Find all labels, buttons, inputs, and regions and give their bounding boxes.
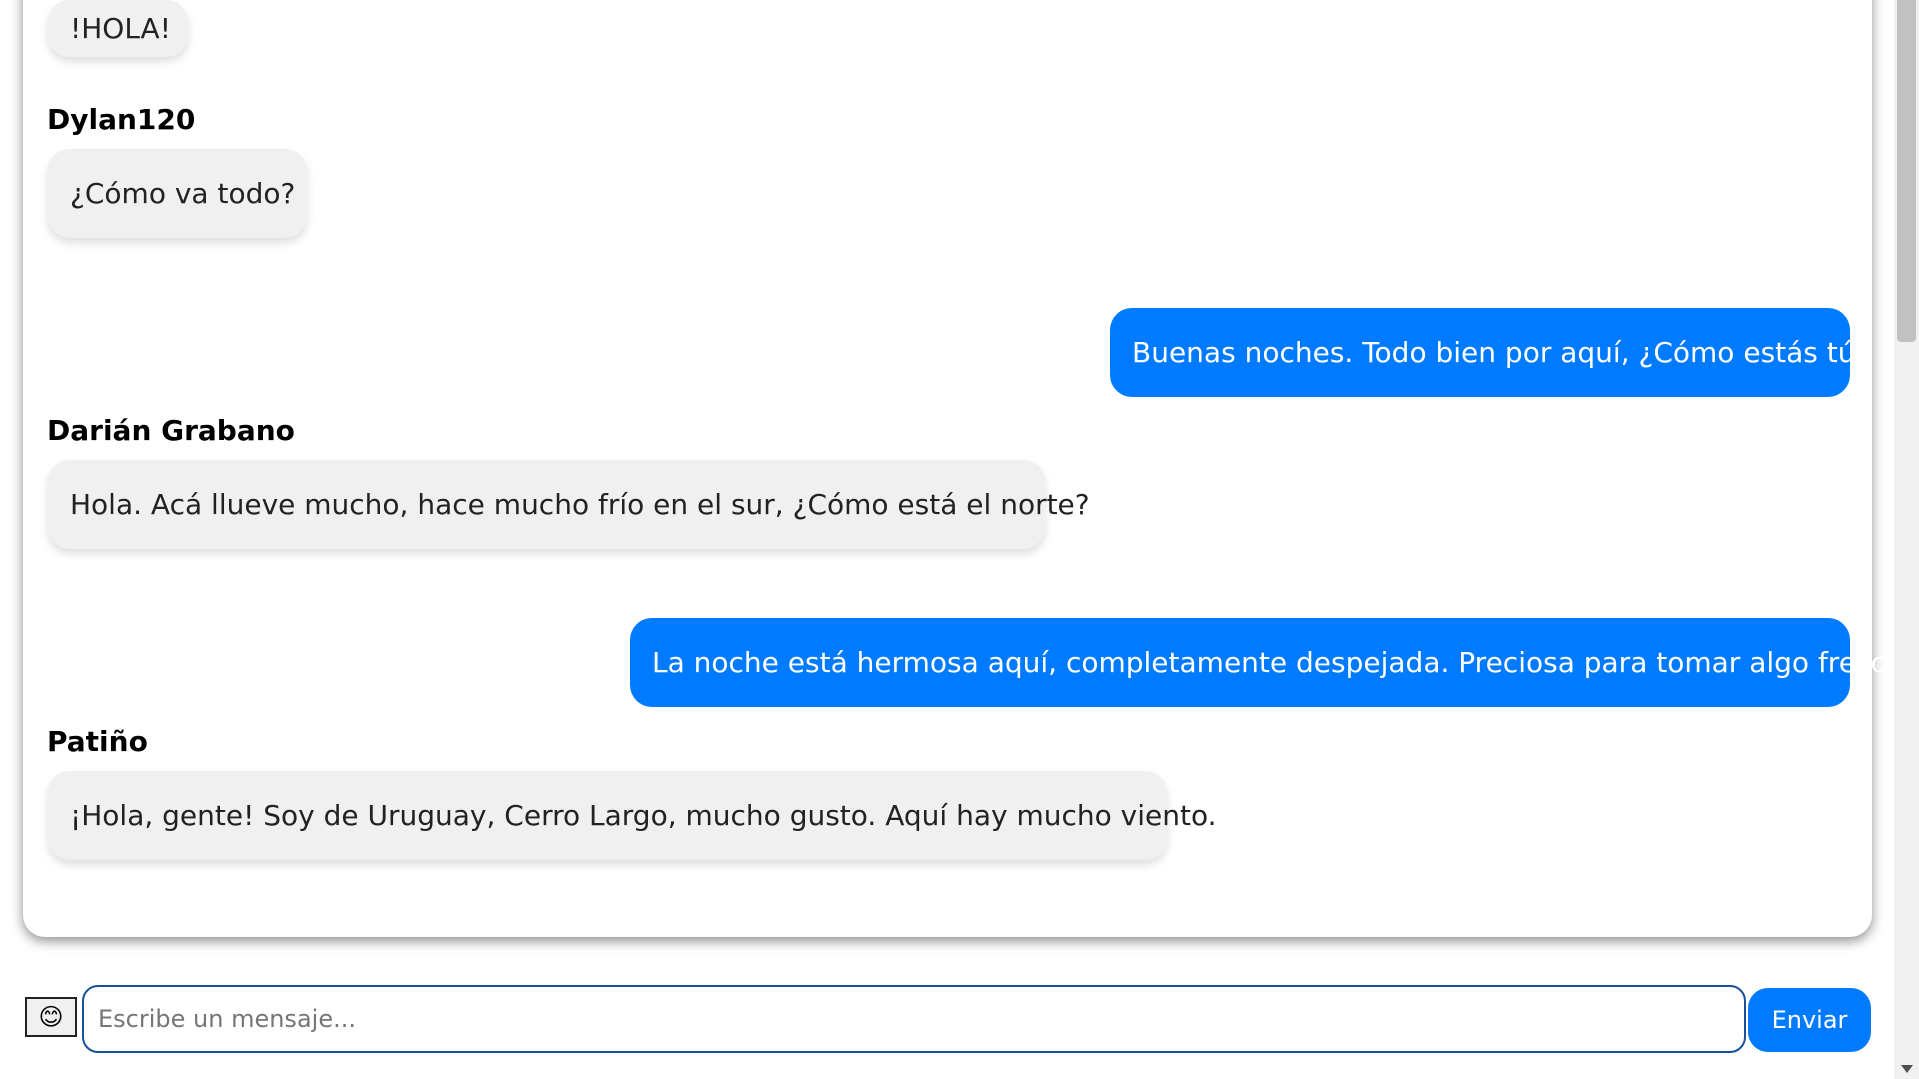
incoming-message-bubble: !HOLA!: [48, 0, 188, 57]
incoming-message-bubble: Hola. Acá llueve mucho, hace mucho frío …: [48, 460, 1090, 549]
emoji-button[interactable]: 😊: [25, 997, 77, 1037]
message-text: Buenas noches. Todo bien por aquí, ¿Cómo…: [1132, 335, 1871, 369]
page-scrollbar[interactable]: [1894, 0, 1919, 1079]
sender-name: Patiño: [47, 725, 148, 758]
scroll-down-arrow-icon[interactable]: [1901, 1065, 1913, 1073]
message-text: ¡Hola, gente! Soy de Uruguay, Cerro Larg…: [70, 798, 1217, 832]
smiling-face-icon: 😊: [38, 1003, 64, 1031]
chat-page: !HOLA! Dylan120 ¿Cómo va todo? Buenas no…: [0, 0, 1919, 1079]
incoming-message-bubble: ¿Cómo va todo?: [48, 149, 307, 238]
outgoing-message-bubble: La noche está hermosa aquí, completament…: [630, 618, 1911, 707]
message-text: ¿Cómo va todo?: [70, 176, 296, 210]
message-text: Hola. Acá llueve mucho, hace mucho frío …: [70, 487, 1090, 521]
chat-messages-panel[interactable]: !HOLA! Dylan120 ¿Cómo va todo? Buenas no…: [23, 0, 1911, 937]
outgoing-message-bubble: Buenas noches. Todo bien por aquí, ¿Cómo…: [1110, 308, 1870, 397]
message-composer: 😊 Enviar: [0, 961, 1894, 1079]
message-text: !HOLA!: [70, 11, 171, 45]
sender-name: Darián Grabano: [47, 414, 295, 447]
scrollbar-thumb[interactable]: [1897, 0, 1916, 342]
sender-name: Dylan120: [47, 103, 196, 136]
message-input[interactable]: [82, 985, 1746, 1053]
incoming-message-bubble: ¡Hola, gente! Soy de Uruguay, Cerro Larg…: [48, 771, 1217, 860]
send-button[interactable]: Enviar: [1748, 988, 1871, 1052]
message-text: La noche está hermosa aquí, completament…: [652, 645, 1912, 679]
